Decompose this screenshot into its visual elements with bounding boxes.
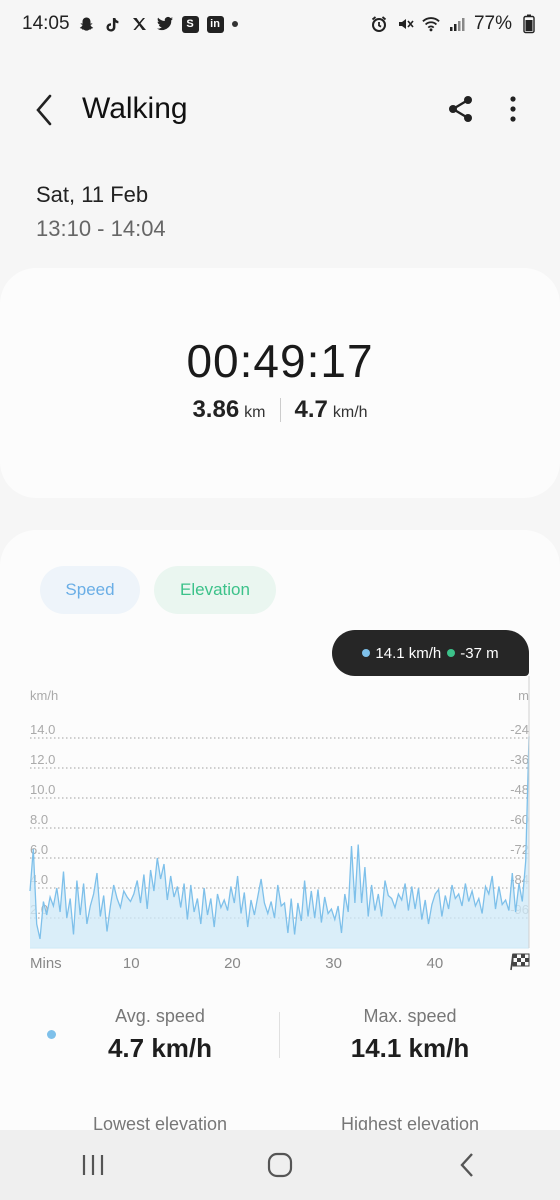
distance-value: 3.86 bbox=[192, 396, 240, 423]
y-right-tick-label: -36 bbox=[510, 752, 529, 767]
share-icon bbox=[449, 96, 472, 122]
session-time-range: 13:10 - 14:04 bbox=[36, 216, 166, 241]
home-icon bbox=[267, 1152, 293, 1178]
home-button[interactable] bbox=[250, 1145, 310, 1185]
elevation-dot-icon bbox=[447, 649, 456, 657]
chevron-left-icon bbox=[36, 94, 52, 126]
distance-unit: km bbox=[244, 404, 266, 421]
system-back-button[interactable] bbox=[437, 1145, 497, 1185]
finish-flag-icon bbox=[510, 953, 530, 971]
x-tick-label: 20 bbox=[224, 955, 241, 972]
mute-icon bbox=[396, 15, 414, 33]
x-icon bbox=[130, 15, 148, 33]
summary-divider bbox=[279, 398, 281, 422]
avg-speed-summary-unit: km/h bbox=[332, 404, 368, 421]
summary-card: 00:49:17 3.86 km 4.7 km/h bbox=[0, 268, 560, 498]
y-right-tick-label: -24 bbox=[510, 722, 529, 737]
y-right-tick-label: -48 bbox=[510, 782, 529, 797]
y-left-tick-label: 14.0 bbox=[30, 722, 55, 737]
signal-icon bbox=[448, 15, 466, 33]
snapchat-icon bbox=[78, 15, 96, 33]
y-left-tick-label: 12.0 bbox=[30, 752, 55, 767]
speed-dot-icon bbox=[362, 649, 371, 657]
max-speed-label: Max. speed bbox=[363, 1006, 457, 1026]
tooltip-elevation: -37 m bbox=[447, 644, 499, 662]
y-left-tick-label: 8.0 bbox=[30, 812, 48, 827]
chart-tooltip: 14.1 km/h -37 m bbox=[332, 630, 529, 676]
duration-value: 00:49:17 bbox=[186, 335, 374, 387]
session-date: Sat, 11 Feb bbox=[36, 182, 149, 207]
tiktok-icon bbox=[104, 15, 122, 33]
system-nav-bar bbox=[0, 1130, 560, 1200]
status-right: 77% bbox=[370, 13, 538, 35]
more-options-button[interactable] bbox=[500, 94, 526, 124]
y-left-tick-label: 10.0 bbox=[30, 782, 55, 797]
tooltip-speed: 14.1 km/h bbox=[362, 645, 441, 662]
x-tick-label: 40 bbox=[427, 955, 444, 972]
max-speed-value: 14.1 km/h bbox=[350, 1033, 470, 1063]
battery-percent: 77% bbox=[473, 13, 512, 34]
avg-speed-stat: Avg. speed 4.7 km/h bbox=[70, 1006, 250, 1064]
back-button[interactable] bbox=[30, 92, 62, 128]
x-tick-label: 10 bbox=[123, 955, 140, 972]
linkedin-icon: in bbox=[206, 15, 224, 33]
max-speed-stat: Max. speed 14.1 km/h bbox=[310, 1006, 510, 1064]
share-button[interactable] bbox=[446, 94, 476, 124]
speed-elevation-chart[interactable]: km/h m14.0 -2412.0 -3610.0 -488.0 -606.0 -724.… bbox=[0, 676, 560, 976]
more-vertical-icon bbox=[510, 96, 516, 122]
stats-divider bbox=[279, 1012, 280, 1058]
twitter-icon bbox=[156, 15, 174, 33]
y-right-unit-label: m bbox=[518, 688, 529, 703]
avg-speed-summary-value: 4.7 bbox=[294, 396, 328, 423]
page-title: Walking bbox=[82, 92, 188, 125]
tab-speed[interactable]: Speed bbox=[40, 566, 140, 614]
tooltip-speed-value: 14.1 km/h bbox=[375, 644, 442, 662]
x-tick-label: Mins bbox=[30, 955, 62, 972]
recent-apps-icon bbox=[83, 1155, 104, 1175]
dot-icon bbox=[231, 21, 238, 27]
avg-speed-value: 4.7 km/h bbox=[107, 1033, 213, 1063]
summary-row: 3.86 km 4.7 km/h bbox=[0, 396, 560, 424]
wifi-icon bbox=[422, 15, 440, 33]
chart-card: Speed Elevation 14.1 km/h -37 m km/h m 14.… bbox=[0, 530, 560, 1200]
app-header: Walking bbox=[0, 78, 560, 142]
status-left: 14:05 S in bbox=[22, 13, 238, 35]
tooltip-elevation-value: -37 m bbox=[460, 644, 499, 662]
status-bar: 14:05 S in 77% bbox=[0, 0, 560, 48]
battery-icon bbox=[520, 14, 538, 34]
back-arrow-icon bbox=[460, 1153, 473, 1177]
x-tick-label: 30 bbox=[325, 955, 342, 972]
y-left-unit-label: km/h bbox=[30, 688, 58, 703]
avg-speed-label: Avg. speed bbox=[115, 1006, 205, 1026]
recent-apps-button[interactable] bbox=[63, 1145, 123, 1185]
alarm-icon bbox=[370, 15, 388, 33]
status-time: 14:05 bbox=[22, 13, 70, 34]
s-app-icon: S bbox=[181, 15, 199, 33]
speed-legend-dot-icon bbox=[47, 1030, 56, 1039]
tab-elevation[interactable]: Elevation bbox=[154, 566, 276, 614]
